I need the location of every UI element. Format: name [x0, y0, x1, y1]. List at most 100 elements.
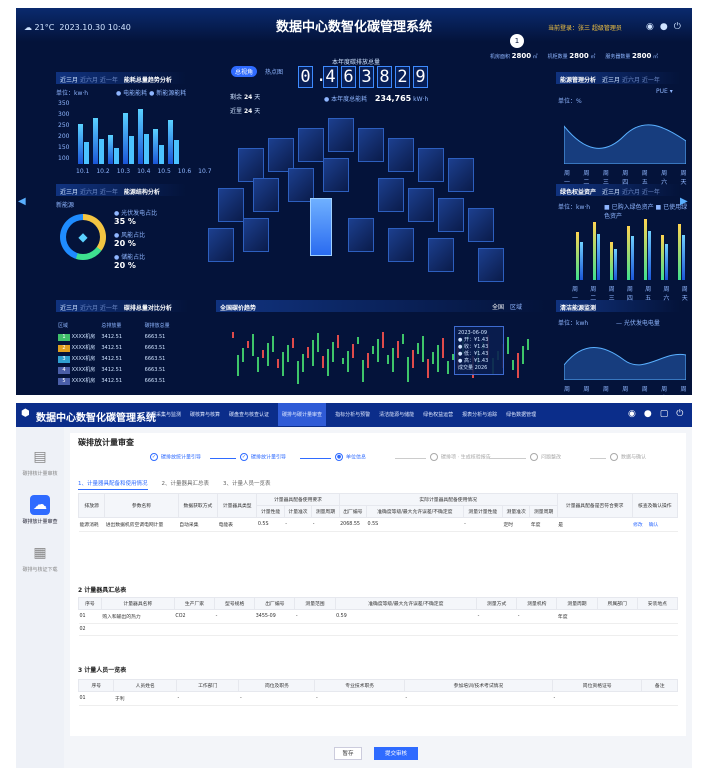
- table-cell: 能源消耗: [78, 517, 105, 532]
- sidebar-item[interactable]: ▤ 碳排核计量审核: [20, 447, 60, 477]
- right-bot-legend: — 光伏发电电量: [616, 320, 660, 327]
- nav-item[interactable]: 数据采集与监测: [146, 411, 181, 426]
- carbon-cell: 6663.51: [144, 333, 166, 340]
- rank-cell: 5 XXXX机房: [58, 377, 101, 385]
- edit-link[interactable]: 修改: [633, 523, 643, 528]
- table-row: 02: [78, 623, 678, 636]
- column-header: 测量方式: [476, 597, 518, 610]
- column-header: 计量器具配备是否符合要求: [556, 493, 633, 518]
- submit-review-button[interactable]: 提交审核: [374, 747, 418, 760]
- nav-item[interactable]: 清洁能源与储能: [379, 411, 414, 426]
- bar: [614, 249, 617, 280]
- bar-group: [123, 112, 134, 164]
- document-icon: ▤: [33, 449, 47, 465]
- tab-heatmap[interactable]: 热点图: [261, 66, 287, 77]
- step-icon: [610, 453, 618, 461]
- globe-icon[interactable]: ◉: [628, 409, 636, 419]
- section-tab[interactable]: 3、计量人员一览表: [223, 479, 271, 490]
- total-cell: 3412.51: [101, 333, 123, 340]
- table-cell: -: [516, 609, 557, 624]
- server-rack: [428, 238, 454, 272]
- power-icon[interactable]: ⏻: [674, 22, 681, 32]
- table-header-row: 序号 人员姓名 工作部门 岗位及职务 专业技术职务 参加培训/技术考试情况 岗位资格证号 备注: [77, 679, 678, 692]
- stat-value: 2800: [569, 52, 589, 60]
- nav-item[interactable]: 报表分析与追踪: [462, 411, 497, 426]
- sidebar-item[interactable]: ▦ 碳排与核证下载: [20, 543, 60, 573]
- carbon-cell: 6663.51: [144, 366, 166, 373]
- candle: [267, 343, 269, 366]
- step-label: 单位信息: [346, 454, 367, 461]
- rank-badge: 4: [58, 366, 70, 374]
- left-arrow-icon[interactable]: ◀: [18, 196, 26, 207]
- user-icon[interactable]: ●: [644, 409, 652, 419]
- bar-group: [678, 223, 685, 280]
- table-cell: 进出数据机房空调电网计量: [104, 517, 179, 532]
- candle: [312, 340, 314, 366]
- table-cell: 于利: [113, 691, 177, 706]
- globe-icon[interactable]: ◉: [646, 22, 654, 32]
- candle: [252, 334, 254, 356]
- bar: [174, 139, 179, 164]
- audit-app-screenshot: ⬢ 数据中心数智化碳管理系统 数据采集与监测 碳核算与核算 碳盘查与核查认证 碳排与碳…: [16, 403, 692, 768]
- metric-select[interactable]: PUE ▾: [656, 88, 673, 95]
- table-row: 01 于利 - - - - -: [78, 691, 678, 706]
- bar-group: [644, 219, 651, 280]
- right-top-title: 能源管理分析 近三月 近六月 近一年: [556, 72, 680, 84]
- nav-item[interactable]: 碳核算与核算: [190, 411, 220, 426]
- power-icon[interactable]: ⏻: [676, 409, 683, 419]
- sidebar-item[interactable]: ☁ 碳排放计量审查: [20, 495, 60, 525]
- step-connector: [300, 458, 331, 459]
- tab-overview[interactable]: 总视角: [231, 66, 258, 77]
- save-draft-button[interactable]: 暂存: [334, 747, 362, 760]
- nav-item[interactable]: 绿色权益运营: [423, 411, 453, 426]
- right-bot-title: 清洁能源监测: [556, 300, 680, 312]
- bar: [93, 118, 98, 164]
- nav-item[interactable]: 碳盘查与核查认证: [229, 411, 269, 426]
- x-tick: 周二: [583, 386, 590, 393]
- datacenter-3d-view[interactable]: [198, 108, 538, 298]
- step-icon: [530, 453, 538, 461]
- nav-item[interactable]: 绿色数据管理: [506, 411, 536, 426]
- candle: [367, 353, 369, 368]
- table-cell: -: [294, 609, 336, 624]
- nav-item[interactable]: 指标分析与预警: [335, 411, 370, 426]
- server-rack: [328, 118, 354, 152]
- step-connector: [490, 458, 526, 459]
- bar: [627, 225, 630, 280]
- candle: [322, 356, 324, 368]
- right-arrow-icon[interactable]: ▶: [680, 196, 688, 207]
- structure-label: ● 光伏发电占比: [114, 210, 158, 217]
- table-cell: -: [404, 691, 553, 706]
- confirm-link[interactable]: 确认: [649, 523, 659, 528]
- table-cell: -: [463, 517, 503, 532]
- table-cell: 购入和输出的热力: [101, 609, 175, 624]
- column-header: 生产厂家: [173, 597, 216, 610]
- table-cell: [641, 691, 678, 706]
- table-cell: 电能表: [217, 517, 257, 532]
- server-rack: [388, 228, 414, 262]
- candle: [507, 337, 509, 354]
- counter-separator: .: [316, 66, 327, 86]
- column-header: 测量计量性能: [462, 505, 503, 518]
- region-toggle[interactable]: 全国 区域: [492, 302, 522, 311]
- table-cell: 02: [78, 623, 102, 636]
- server-rack: [448, 158, 474, 192]
- dashboard-title: 数据中心数智化碳管理系统: [275, 20, 432, 35]
- candle: [427, 359, 429, 378]
- fullscreen-icon[interactable]: ▢: [660, 409, 669, 419]
- section-tab[interactable]: 1、计量器具配备和使用情况: [78, 479, 148, 490]
- server-rack-highlight: [310, 198, 332, 256]
- section-tab[interactable]: 2、计量器具汇总表: [162, 479, 210, 490]
- candle: [317, 333, 319, 352]
- header-icons: ◉ ● ⏻: [646, 22, 681, 32]
- table-cell: 0.5S: [256, 517, 285, 532]
- table-cell: [637, 609, 678, 624]
- table-cell: [101, 623, 175, 636]
- x-tick: 周三: [602, 386, 609, 393]
- user-icon[interactable]: ●: [660, 22, 668, 32]
- facility-stats: 机房面积 2800 ㎡机柜数量 2800 ㎡服务器数量 2800 ㎡: [490, 52, 658, 60]
- bar: [631, 236, 634, 280]
- check-icon: ✓: [150, 453, 158, 461]
- stat-label: 机房面积: [490, 54, 512, 60]
- nav-item[interactable]: 碳排与碳计量审查: [278, 403, 327, 426]
